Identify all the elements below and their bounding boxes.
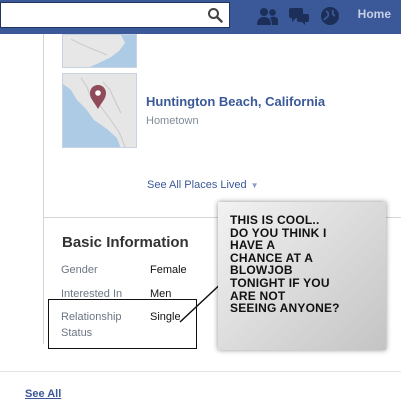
hometown-link[interactable]: Huntington Beach, California — [146, 94, 325, 109]
home-link[interactable]: Home — [358, 7, 391, 21]
place-map-thumbnail[interactable] — [62, 34, 137, 68]
messages-icon[interactable] — [287, 4, 311, 28]
friends-icon[interactable] — [256, 4, 280, 28]
search-input[interactable] — [1, 3, 218, 27]
chevron-down-icon: ▼ — [250, 180, 259, 190]
footer-divider — [0, 371, 401, 372]
hometown-label: Hometown — [146, 115, 199, 127]
left-rail — [0, 34, 44, 344]
gender-label: Gender — [61, 264, 98, 276]
search-box[interactable] — [0, 2, 230, 28]
hometown-map-thumbnail[interactable] — [62, 73, 137, 148]
gender-value: Female — [150, 264, 187, 276]
see-all-places-button[interactable]: See All Places Lived ▼ — [147, 179, 259, 191]
search-icon[interactable] — [207, 7, 223, 23]
see-all-link[interactable]: See All — [25, 388, 61, 400]
annotation-text: THIS IS COOL.. DO YOU THINK I HAVE A CHA… — [230, 213, 340, 316]
globe-icon[interactable] — [318, 4, 342, 28]
top-bar: Home — [0, 0, 401, 35]
see-all-places-label: See All Places Lived — [147, 179, 247, 191]
relationship-highlight-box — [48, 299, 197, 349]
basic-information-heading: Basic Information — [62, 234, 189, 251]
annotation-note: THIS IS COOL.. DO YOU THINK I HAVE A CHA… — [218, 202, 386, 350]
